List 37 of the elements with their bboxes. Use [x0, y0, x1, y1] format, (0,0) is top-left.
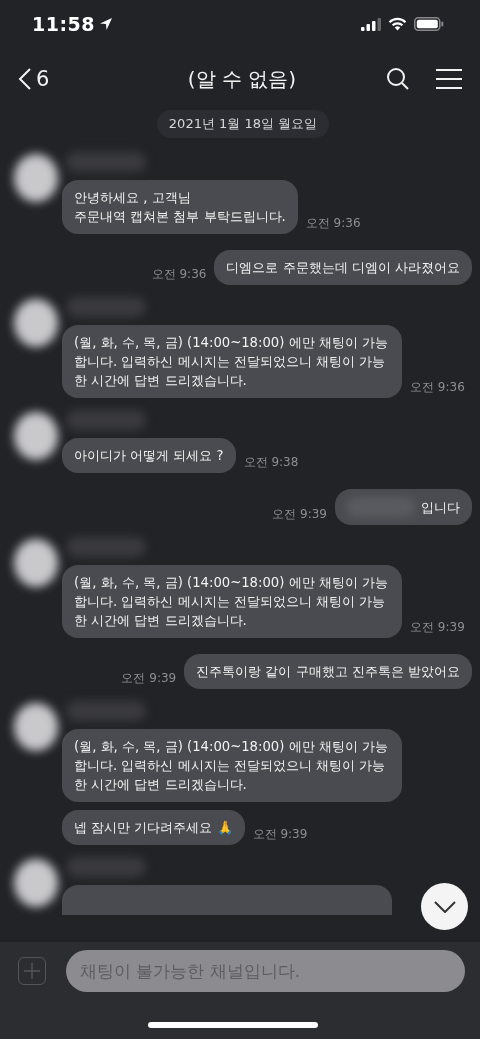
wifi-icon — [388, 17, 407, 31]
message-time: 오전 9:39 — [252, 826, 308, 843]
chevron-down-icon — [433, 900, 456, 913]
chat-title: (알 수 없음) — [187, 65, 297, 93]
battery-icon — [414, 17, 444, 31]
message-time: 오전 9:39 — [410, 619, 465, 636]
message-bubble: 입니다 — [335, 489, 472, 525]
message-time: 오전 9:39 — [121, 670, 177, 687]
status-time: 11:58 — [32, 13, 95, 35]
avatar-icon — [14, 539, 58, 587]
date-divider: 2021년 1월 18일 월요일 — [156, 110, 330, 138]
avatar-icon — [14, 154, 58, 202]
message-time: 오전 9:36 — [305, 215, 361, 232]
message-time: 오전 9:38 — [243, 454, 299, 471]
message-bubble: (월, 화, 수, 목, 금) (14:00~18:00) 에만 채팅이 가능합니다. 입력하신 메시지는 전달되었으니 채팅이 가능한 시간에 답변 드리겠습니다. — [62, 325, 402, 398]
plus-icon — [23, 962, 41, 980]
message-bubble: 아이디가 어떻게 되세요 ? — [62, 438, 236, 473]
avatar-icon — [14, 703, 58, 751]
message-bubble: (월, 화, 수, 목, 금) (14:00~18:00) 에만 채팅이 가능합니다. 입력하신 메시지는 전달되었으니 채팅이 가능한 시간에 답변 드리겠습니다. — [62, 729, 402, 802]
message-bubble: 넵 잠시만 기다려주세요 🙏 — [62, 810, 245, 845]
search-icon[interactable] — [386, 67, 410, 91]
message-bubble: 안녕하세요 , 고객님 주문내역 캡쳐본 첨부 부탁드립니다. — [62, 180, 298, 234]
message-time: 오전 9:39 — [272, 506, 327, 523]
location-arrow-icon — [99, 17, 113, 31]
signal-icon — [361, 17, 381, 31]
avatar-icon — [14, 859, 58, 907]
avatar-icon — [14, 412, 58, 460]
message-time: 오전 9:36 — [151, 266, 207, 283]
menu-icon[interactable] — [436, 69, 462, 89]
chevron-left-icon — [18, 67, 32, 91]
message-time: 오전 9:36 — [410, 379, 465, 396]
scroll-down-button[interactable] — [421, 883, 468, 930]
message-bubble: 진주톡이랑 같이 구매했고 진주톡은 받았어요 — [184, 654, 472, 689]
message-bubble: (월, 화, 수, 목, 금) (14:00~18:00) 에만 채팅이 가능합니다. 입력하신 메시지는 전달되었으니 채팅이 가능한 시간에 답변 드리겠습니다. — [62, 565, 402, 638]
avatar-icon — [14, 299, 58, 347]
message-bubble: 디엠으로 주문했는데 디엠이 사라졌어요 — [214, 250, 472, 285]
back-button[interactable]: 6 — [18, 67, 98, 91]
